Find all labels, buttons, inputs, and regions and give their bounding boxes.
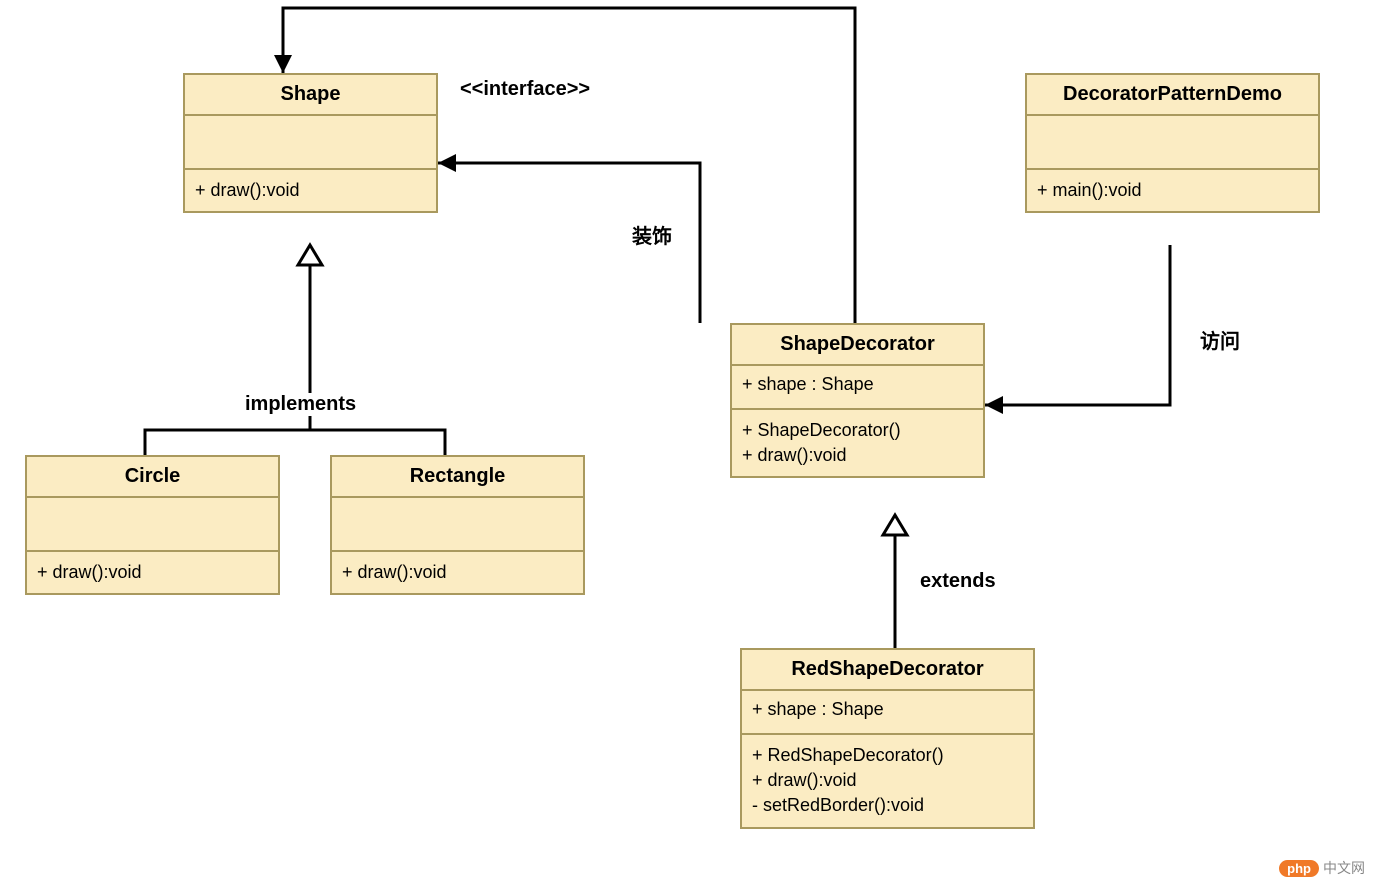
class-rectangle: Rectangle + draw():void (330, 455, 585, 595)
arrow-extends-to-decorator (883, 515, 907, 535)
class-redshapedecorator: RedShapeDecorator + shape : Shape + RedS… (740, 648, 1035, 829)
arrow-top-to-shape (274, 55, 292, 73)
class-circle-methods: + draw():void (27, 552, 278, 593)
class-shape-method-0: + draw():void (195, 178, 426, 203)
class-demo-attrs (1027, 116, 1318, 170)
class-circle-method-0: + draw():void (37, 560, 268, 585)
class-rectangle-title: Rectangle (332, 457, 583, 498)
class-shapedecorator: ShapeDecorator + shape : Shape + ShapeDe… (730, 323, 985, 478)
class-shape: Shape + draw():void (183, 73, 438, 213)
label-access: 访问 (1200, 325, 1240, 354)
class-redshapedecorator-attr-0: + shape : Shape (752, 697, 1023, 722)
label-implements: implements (245, 393, 356, 416)
class-rectangle-methods: + draw():void (332, 552, 583, 593)
connector-access (985, 245, 1170, 405)
watermark-badge: php (1279, 860, 1319, 877)
class-redshapedecorator-title: RedShapeDecorator (742, 650, 1033, 691)
class-circle: Circle + draw():void (25, 455, 280, 595)
class-demo-title: DecoratorPatternDemo (1027, 75, 1318, 116)
class-shapedecorator-method-0: + ShapeDecorator() (742, 418, 973, 443)
class-demo-method-0: + main():void (1037, 178, 1308, 203)
class-shapedecorator-methods: + ShapeDecorator() + draw():void (732, 410, 983, 476)
class-circle-attrs (27, 498, 278, 552)
class-shape-methods: + draw():void (185, 170, 436, 211)
class-redshapedecorator-methods: + RedShapeDecorator() + draw():void - se… (742, 735, 1033, 827)
watermark: php 中文网 (1279, 858, 1365, 878)
connector-implements-horizontal (145, 430, 445, 455)
class-redshapedecorator-method-0: + RedShapeDecorator() (752, 743, 1023, 768)
watermark-text: 中文网 (1323, 858, 1365, 878)
arrow-implements-to-shape (298, 245, 322, 265)
label-decorate: 装饰 (632, 220, 672, 249)
arrow-decorate-to-shape (438, 154, 456, 172)
class-redshapedecorator-attrs: + shape : Shape (742, 691, 1033, 735)
class-shapedecorator-attrs: + shape : Shape (732, 366, 983, 410)
class-redshapedecorator-method-2: - setRedBorder():void (752, 793, 1023, 818)
class-rectangle-attrs (332, 498, 583, 552)
class-circle-title: Circle (27, 457, 278, 498)
class-shapedecorator-title: ShapeDecorator (732, 325, 983, 366)
label-extends: extends (920, 570, 996, 593)
class-shapedecorator-attr-0: + shape : Shape (742, 372, 973, 397)
class-shapedecorator-method-1: + draw():void (742, 443, 973, 468)
class-shape-attrs (185, 116, 436, 170)
class-shape-title: Shape (185, 75, 436, 116)
class-demo: DecoratorPatternDemo + main():void (1025, 73, 1320, 213)
class-redshapedecorator-method-1: + draw():void (752, 768, 1023, 793)
arrow-access-to-decorator (985, 396, 1003, 414)
class-demo-methods: + main():void (1027, 170, 1318, 211)
class-rectangle-method-0: + draw():void (342, 560, 573, 585)
label-interface-stereotype: <<interface>> (460, 78, 590, 101)
